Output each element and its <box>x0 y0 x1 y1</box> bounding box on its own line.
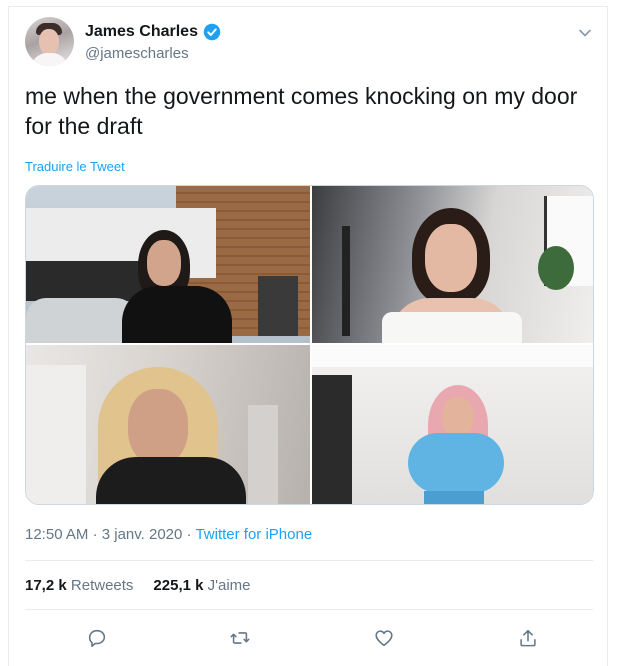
tweet-actions <box>25 623 593 655</box>
retweets-stat[interactable]: 17,2 k Retweets <box>25 577 133 594</box>
retweets-count: 17,2 k <box>25 577 67 594</box>
divider <box>25 609 593 610</box>
avatar[interactable] <box>25 17 74 66</box>
like-icon[interactable] <box>373 627 395 649</box>
photo-1[interactable] <box>26 186 310 343</box>
share-icon[interactable] <box>517 627 539 649</box>
photo-3[interactable] <box>26 345 310 504</box>
likes-label: J'aime <box>207 577 251 594</box>
tweet-text: me when the government comes knocking on… <box>25 83 578 139</box>
media-grid <box>25 185 594 505</box>
photo-4[interactable] <box>312 345 593 504</box>
chevron-down-icon[interactable] <box>577 25 593 41</box>
tweet-meta: 12:50 AM · 3 janv. 2020 · Twitter for iP… <box>25 526 312 543</box>
likes-stat[interactable]: 225,1 k J'aime <box>153 577 250 594</box>
reply-icon[interactable] <box>86 627 108 649</box>
author-name-row[interactable]: James Charles <box>85 21 221 43</box>
meta-separator: · <box>92 526 98 543</box>
retweet-icon[interactable] <box>229 627 251 649</box>
meta-separator: · <box>186 526 192 543</box>
tweet-stats: 17,2 k Retweets 225,1 k J'aime <box>25 577 251 594</box>
photo-2[interactable] <box>312 186 593 343</box>
tweet-source[interactable]: Twitter for iPhone <box>195 526 312 543</box>
likes-count: 225,1 k <box>153 577 204 594</box>
tweet-date[interactable]: 3 janv. 2020 <box>102 526 183 543</box>
tweet-card: James Charles @jamescharles me when the … <box>8 6 608 666</box>
retweets-label: Retweets <box>70 577 134 594</box>
author-name[interactable]: James Charles <box>85 23 198 41</box>
verified-icon <box>203 23 221 41</box>
translate-link[interactable]: Traduire le Tweet <box>25 159 125 174</box>
author-handle[interactable]: @jamescharles <box>85 45 189 62</box>
tweet-time[interactable]: 12:50 AM <box>25 526 88 543</box>
divider <box>25 560 593 561</box>
